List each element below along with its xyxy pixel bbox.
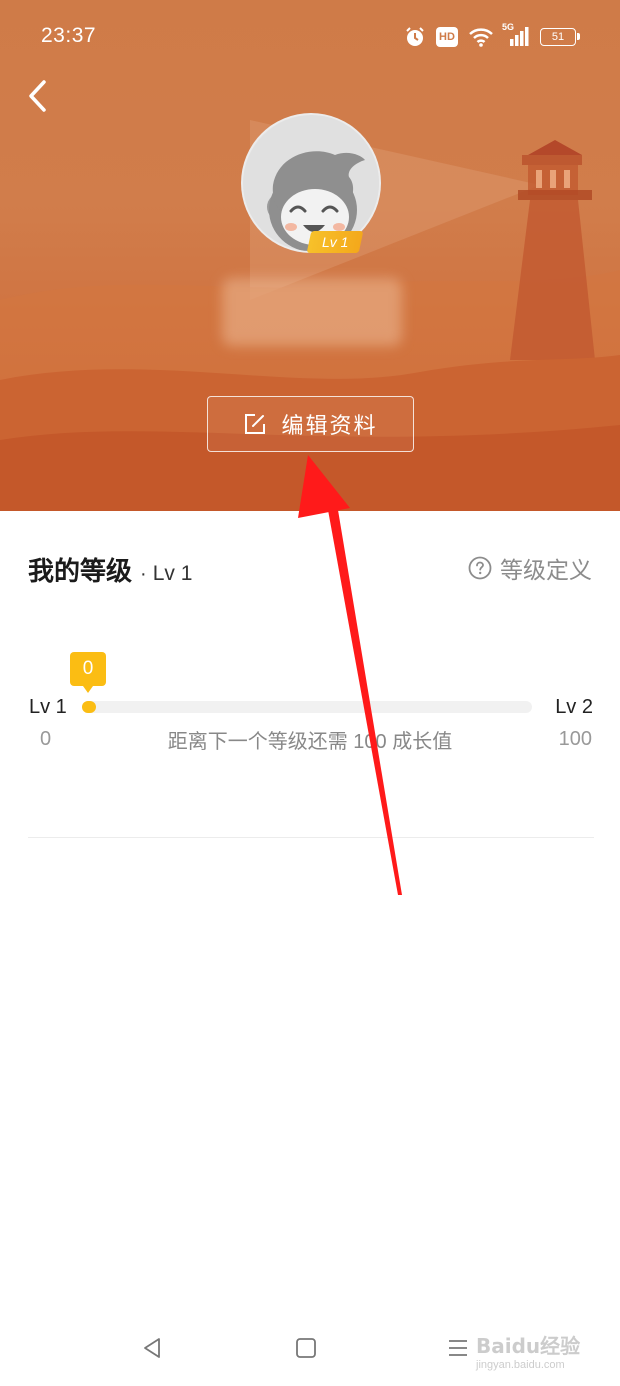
nav-menu-button[interactable] xyxy=(438,1330,478,1366)
battery-icon: 51 xyxy=(540,28,580,46)
section-divider xyxy=(28,837,594,838)
back-button[interactable] xyxy=(20,74,60,118)
wifi-icon xyxy=(468,27,494,47)
level-heading: 我的等级 · Lv 1 xyxy=(28,551,192,588)
profile-header: 23:37 HD 5G 51 Lv 1 编辑资料 xyxy=(0,0,620,511)
edit-profile-button[interactable]: 编辑资料 xyxy=(207,396,414,452)
baidu-watermark: Baidu经验 jingyan.baidu.com xyxy=(476,1330,586,1371)
level-definition-label: 等级定义 xyxy=(500,557,592,583)
edit-profile-label: 编辑资料 xyxy=(281,413,378,438)
help-icon xyxy=(468,556,492,580)
level-progress-bar xyxy=(82,701,532,713)
level-badge: Lv 1 xyxy=(306,231,364,253)
hd-icon: HD xyxy=(436,27,458,47)
level-separator: · xyxy=(140,563,147,585)
level-badge-label: Lv 1 xyxy=(321,234,349,250)
end-value-label: 100 xyxy=(558,728,592,750)
nav-home-button[interactable] xyxy=(286,1330,326,1366)
level-definition-link[interactable]: 等级定义 xyxy=(468,551,592,585)
username-blurred xyxy=(222,278,402,346)
chevron-left-icon xyxy=(29,80,46,112)
end-level-label: Lv 2 xyxy=(555,696,593,718)
start-level-label: Lv 1 xyxy=(29,696,67,718)
progress-value-bubble: 0 xyxy=(70,652,106,693)
cellular-signal-icon: 5G xyxy=(502,22,530,47)
level-title: 我的等级 xyxy=(28,556,133,586)
level-progress-fill xyxy=(82,701,96,713)
menu-icon xyxy=(449,1340,467,1356)
watermark-url: jingyan.baidu.com xyxy=(476,1359,565,1371)
watermark-brand: Baidu经验 xyxy=(476,1334,581,1358)
triangle-back-icon xyxy=(144,1338,160,1358)
status-bar: 23:37 HD 5G 51 xyxy=(0,0,620,70)
status-time: 23:37 xyxy=(41,24,97,47)
edit-icon xyxy=(245,414,266,434)
alarm-icon xyxy=(404,26,426,48)
progress-hint: 距离下一个等级还需 100 成长值 xyxy=(167,731,453,753)
square-home-icon xyxy=(296,1338,316,1358)
network-type-label: 5G xyxy=(502,22,515,32)
nav-back-button[interactable] xyxy=(132,1330,172,1366)
current-level: Lv 1 xyxy=(152,562,193,585)
